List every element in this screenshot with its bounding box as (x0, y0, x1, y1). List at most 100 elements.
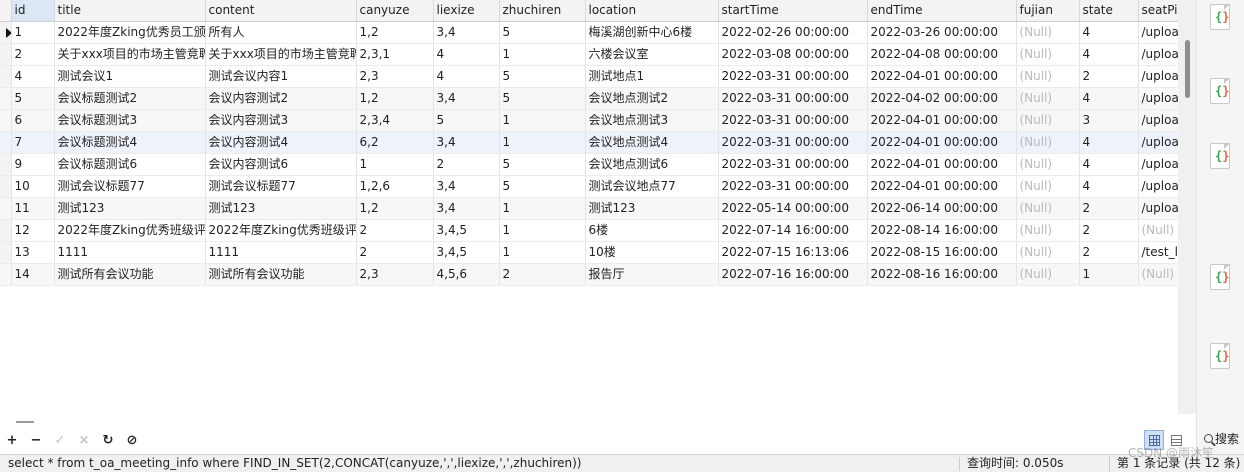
cell-zhuchiren[interactable]: 1 (499, 241, 586, 264)
cell-state[interactable]: 4 (1079, 43, 1139, 66)
result-grid[interactable]: id title content canyuze liexize zhuchiren loc… (0, 0, 1178, 414)
cell-seatPic[interactable]: (Null) (1138, 263, 1178, 286)
cell-location[interactable]: 测试地点1 (585, 65, 719, 88)
cell-title[interactable]: 测试会议标题77 (54, 175, 206, 198)
table-row[interactable]: 7 会议标题测试4 会议内容测试4 6,2 3,4 1 会议地点测试4 2022-03-31 … (0, 131, 1178, 154)
cell-startTime[interactable]: 2022-07-16 16:00:00 (718, 263, 868, 286)
cell-liexize[interactable]: 4 (433, 65, 500, 88)
cell-location[interactable]: 10楼 (585, 241, 719, 264)
cell-content[interactable]: 会议内容测试3 (205, 109, 357, 132)
cell-canyuze[interactable]: 2,3 (356, 65, 434, 88)
table-row[interactable]: 13 1111 1111 2 3,4,5 1 10楼 2022-07-15 16:13:06 2… (0, 241, 1178, 264)
cell-id[interactable]: 9 (11, 153, 55, 176)
cell-zhuchiren[interactable]: 1 (499, 43, 586, 66)
cell-startTime[interactable]: 2022-02-26 00:00:00 (718, 21, 868, 44)
cell-liexize[interactable]: 3,4 (433, 175, 500, 198)
cell-state[interactable]: 4 (1079, 153, 1139, 176)
cell-endTime[interactable]: 2022-04-01 00:00:00 (867, 131, 1017, 154)
cell-title[interactable]: 会议标题测试4 (54, 131, 206, 154)
cell-liexize[interactable]: 3,4 (433, 131, 500, 154)
cell-fujian[interactable]: (Null) (1016, 131, 1080, 154)
cell-id[interactable]: 7 (11, 131, 55, 154)
cell-location[interactable]: 梅溪湖创新中心6楼 (585, 21, 719, 44)
cell-canyuze[interactable]: 2 (356, 219, 434, 242)
refresh-button[interactable]: ↻ (98, 430, 118, 452)
cell-location[interactable]: 报告厅 (585, 263, 719, 286)
table-row[interactable]: 1 2022年度Zking优秀员工颁奖 所有人 1,2 3,4 5 梅溪湖创新中心6楼 202… (0, 21, 1178, 44)
cell-state[interactable]: 4 (1079, 87, 1139, 110)
cell-content[interactable]: 会议内容测试4 (205, 131, 357, 154)
cell-state[interactable]: 1 (1079, 263, 1139, 286)
cell-fujian[interactable]: (Null) (1016, 87, 1080, 110)
cell-state[interactable]: 2 (1079, 241, 1139, 264)
cell-id[interactable]: 10 (11, 175, 55, 198)
json-file-icon[interactable]: {} (1210, 78, 1230, 104)
add-record-button[interactable]: + (2, 430, 22, 452)
row-gutter[interactable] (0, 263, 12, 286)
stop-button[interactable]: ⊘ (122, 430, 142, 452)
cell-title[interactable]: 会议标题测试6 (54, 153, 206, 176)
cell-content[interactable]: 测试123 (205, 197, 357, 220)
apply-changes-button[interactable]: ✓ (50, 430, 70, 452)
cell-startTime[interactable]: 2022-03-31 00:00:00 (718, 65, 868, 88)
cell-startTime[interactable]: 2022-05-14 00:00:00 (718, 197, 868, 220)
json-file-icon[interactable]: {} (1210, 343, 1230, 369)
cell-location[interactable]: 会议地点测试6 (585, 153, 719, 176)
vertical-scrollbar[interactable] (1178, 0, 1196, 414)
cell-startTime[interactable]: 2022-03-31 00:00:00 (718, 87, 868, 110)
cell-state[interactable]: 2 (1079, 219, 1139, 242)
cell-startTime[interactable]: 2022-03-31 00:00:00 (718, 131, 868, 154)
cell-state[interactable]: 4 (1079, 21, 1139, 44)
cell-title[interactable]: 会议标题测试2 (54, 87, 206, 110)
cell-state[interactable]: 4 (1079, 175, 1139, 198)
column-header-liexize[interactable]: liexize (433, 0, 500, 22)
cell-zhuchiren[interactable]: 5 (499, 175, 586, 198)
cell-endTime[interactable]: 2022-04-01 00:00:00 (867, 109, 1017, 132)
column-header-state[interactable]: state (1079, 0, 1139, 22)
column-header-id[interactable]: id (11, 0, 55, 22)
cell-title[interactable]: 关于xxx项目的市场主管竞聘 (54, 43, 206, 66)
cell-location[interactable]: 测试会议地点77 (585, 175, 719, 198)
cell-id[interactable]: 12 (11, 219, 55, 242)
cell-id[interactable]: 6 (11, 109, 55, 132)
cell-fujian[interactable]: (Null) (1016, 197, 1080, 220)
cell-canyuze[interactable]: 2,3,1 (356, 43, 434, 66)
column-header-location[interactable]: location (585, 0, 719, 22)
cell-fujian[interactable]: (Null) (1016, 263, 1080, 286)
column-header-endTime[interactable]: endTime (867, 0, 1017, 22)
cell-title[interactable]: 会议标题测试3 (54, 109, 206, 132)
cell-fujian[interactable]: (Null) (1016, 65, 1080, 88)
cell-canyuze[interactable]: 1,2 (356, 197, 434, 220)
cell-fujian[interactable]: (Null) (1016, 43, 1080, 66)
column-header-title[interactable]: title (54, 0, 206, 22)
row-gutter[interactable] (0, 219, 12, 242)
cell-title[interactable]: 测试所有会议功能 (54, 263, 206, 286)
cell-seatPic[interactable]: (Null) (1138, 219, 1178, 242)
cell-endTime[interactable]: 2022-04-02 00:00:00 (867, 87, 1017, 110)
cell-state[interactable]: 4 (1079, 131, 1139, 154)
cell-title[interactable]: 1111 (54, 241, 206, 264)
cell-location[interactable]: 六楼会议室 (585, 43, 719, 66)
cell-content[interactable]: 会议内容测试2 (205, 87, 357, 110)
cell-liexize[interactable]: 3,4 (433, 87, 500, 110)
row-gutter[interactable] (0, 65, 12, 88)
row-gutter[interactable] (0, 87, 12, 110)
json-file-icon[interactable]: {} (1210, 4, 1230, 30)
column-header-zhuchiren[interactable]: zhuchiren (499, 0, 586, 22)
cell-canyuze[interactable]: 1,2 (356, 87, 434, 110)
scrollbar-thumb[interactable] (1185, 40, 1190, 98)
cell-seatPic[interactable]: /uploads (1138, 175, 1178, 198)
cell-endTime[interactable]: 2022-04-01 00:00:00 (867, 175, 1017, 198)
cell-content[interactable]: 测试会议内容1 (205, 65, 357, 88)
cell-location[interactable]: 会议地点测试4 (585, 131, 719, 154)
cell-liexize[interactable]: 4,5,6 (433, 263, 500, 286)
cell-endTime[interactable]: 2022-03-26 00:00:00 (867, 21, 1017, 44)
column-header-fujian[interactable]: fujian (1016, 0, 1080, 22)
row-gutter[interactable] (0, 197, 12, 220)
cell-seatPic[interactable]: /uploads (1138, 197, 1178, 220)
cell-seatPic[interactable]: /uploads (1138, 21, 1178, 44)
cell-title[interactable]: 2022年度Zking优秀班级评选 (54, 219, 206, 242)
cell-title[interactable]: 测试会议1 (54, 65, 206, 88)
column-header-seatPic[interactable]: seatPic (1138, 0, 1178, 22)
cell-content[interactable]: 2022年度Zking优秀班级评选 (205, 219, 357, 242)
